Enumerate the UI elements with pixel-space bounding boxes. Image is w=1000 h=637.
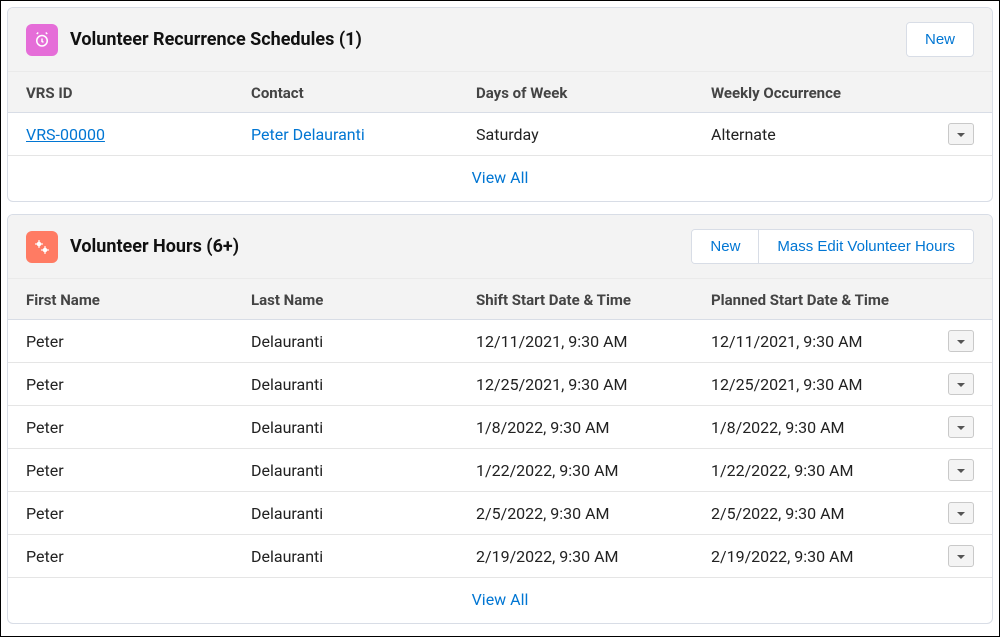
hours-shift-cell: 1/8/2022, 9:30 AM [458,406,693,449]
hours-first-cell: Peter [8,449,233,492]
chevron-down-icon [956,461,966,480]
hours-first-cell: Peter [8,363,233,406]
chevron-down-icon [956,125,966,144]
hours-title: Volunteer Hours (6+) [70,236,239,257]
hours-table: First Name Last Name Shift Start Date & … [8,279,992,578]
vrs-col-occurrence: Weekly Occurrence [693,72,930,113]
chevron-down-icon [956,375,966,394]
hours-col-last: Last Name [233,279,458,320]
hours-first-cell: Peter [8,492,233,535]
hours-shift-cell: 2/19/2022, 9:30 AM [458,535,693,578]
vrs-col-days: Days of Week [458,72,693,113]
vrs-days-cell: Saturday [458,113,693,156]
hours-first-cell: Peter [8,406,233,449]
hours-header-actions: New Mass Edit Volunteer Hours [691,229,974,264]
hours-col-planned: Planned Start Date & Time [693,279,930,320]
vrs-card-header: Volunteer Recurrence Schedules (1) New [8,8,992,72]
hours-view-all-link[interactable]: View All [8,578,992,623]
table-row: PeterDelauranti2/5/2022, 9:30 AM2/5/2022… [8,492,992,535]
hours-first-cell: Peter [8,535,233,578]
vrs-contact-link[interactable]: Peter Delauranti [251,125,365,144]
vrs-view-all-link[interactable]: View All [8,156,992,201]
chevron-down-icon [956,332,966,351]
table-row: PeterDelauranti1/8/2022, 9:30 AM1/8/2022… [8,406,992,449]
hours-card: Volunteer Hours (6+) New Mass Edit Volun… [7,214,993,624]
chevron-down-icon [956,418,966,437]
hours-mass-edit-button[interactable]: Mass Edit Volunteer Hours [758,230,973,263]
vrs-col-contact: Contact [233,72,458,113]
row-actions-button[interactable] [948,459,974,481]
gears-icon [26,231,58,263]
hours-new-button[interactable]: New [692,230,758,263]
row-actions-button[interactable] [948,416,974,438]
hours-last-cell: Delauranti [233,492,458,535]
clock-icon [26,24,58,56]
vrs-table-header-row: VRS ID Contact Days of Week Weekly Occur… [8,72,992,113]
vrs-header-left: Volunteer Recurrence Schedules (1) [26,24,362,56]
vrs-table: VRS ID Contact Days of Week Weekly Occur… [8,72,992,156]
chevron-down-icon [956,547,966,566]
hours-last-cell: Delauranti [233,320,458,363]
table-row: PeterDelauranti12/11/2021, 9:30 AM12/11/… [8,320,992,363]
table-row: VRS-00000 Peter Delauranti SaturdayAlterna… [8,113,992,156]
vrs-occurrence-cell: Alternate [693,113,930,156]
row-actions-button[interactable] [948,545,974,567]
hours-header-left: Volunteer Hours (6+) [26,231,239,263]
vrs-col-id: VRS ID [8,72,233,113]
hours-first-cell: Peter [8,320,233,363]
hours-planned-cell: 1/8/2022, 9:30 AM [693,406,930,449]
hours-shift-cell: 1/22/2022, 9:30 AM [458,449,693,492]
chevron-down-icon [956,504,966,523]
hours-shift-cell: 12/25/2021, 9:30 AM [458,363,693,406]
vrs-new-button[interactable]: New [907,23,973,56]
row-actions-button[interactable] [948,502,974,524]
row-actions-button[interactable] [948,330,974,352]
hours-col-first: First Name [8,279,233,320]
hours-last-cell: Delauranti [233,449,458,492]
vrs-title: Volunteer Recurrence Schedules (1) [70,29,362,50]
hours-col-shift: Shift Start Date & Time [458,279,693,320]
table-row: PeterDelauranti2/19/2022, 9:30 AM2/19/20… [8,535,992,578]
hours-last-cell: Delauranti [233,535,458,578]
row-actions-button[interactable] [948,373,974,395]
hours-card-header: Volunteer Hours (6+) New Mass Edit Volun… [8,215,992,279]
table-row: PeterDelauranti1/22/2022, 9:30 AM1/22/20… [8,449,992,492]
hours-planned-cell: 2/19/2022, 9:30 AM [693,535,930,578]
hours-shift-cell: 2/5/2022, 9:30 AM [458,492,693,535]
hours-planned-cell: 12/25/2021, 9:30 AM [693,363,930,406]
hours-planned-cell: 2/5/2022, 9:30 AM [693,492,930,535]
hours-last-cell: Delauranti [233,406,458,449]
row-actions-button[interactable] [948,123,974,145]
hours-planned-cell: 12/11/2021, 9:30 AM [693,320,930,363]
vrs-card: Volunteer Recurrence Schedules (1) New V… [7,7,993,202]
table-row: PeterDelauranti12/25/2021, 9:30 AM12/25/… [8,363,992,406]
hours-planned-cell: 1/22/2022, 9:30 AM [693,449,930,492]
hours-last-cell: Delauranti [233,363,458,406]
vrs-id-link[interactable]: VRS-00000 [26,125,105,144]
vrs-header-actions: New [906,22,974,57]
hours-table-header-row: First Name Last Name Shift Start Date & … [8,279,992,320]
hours-shift-cell: 12/11/2021, 9:30 AM [458,320,693,363]
